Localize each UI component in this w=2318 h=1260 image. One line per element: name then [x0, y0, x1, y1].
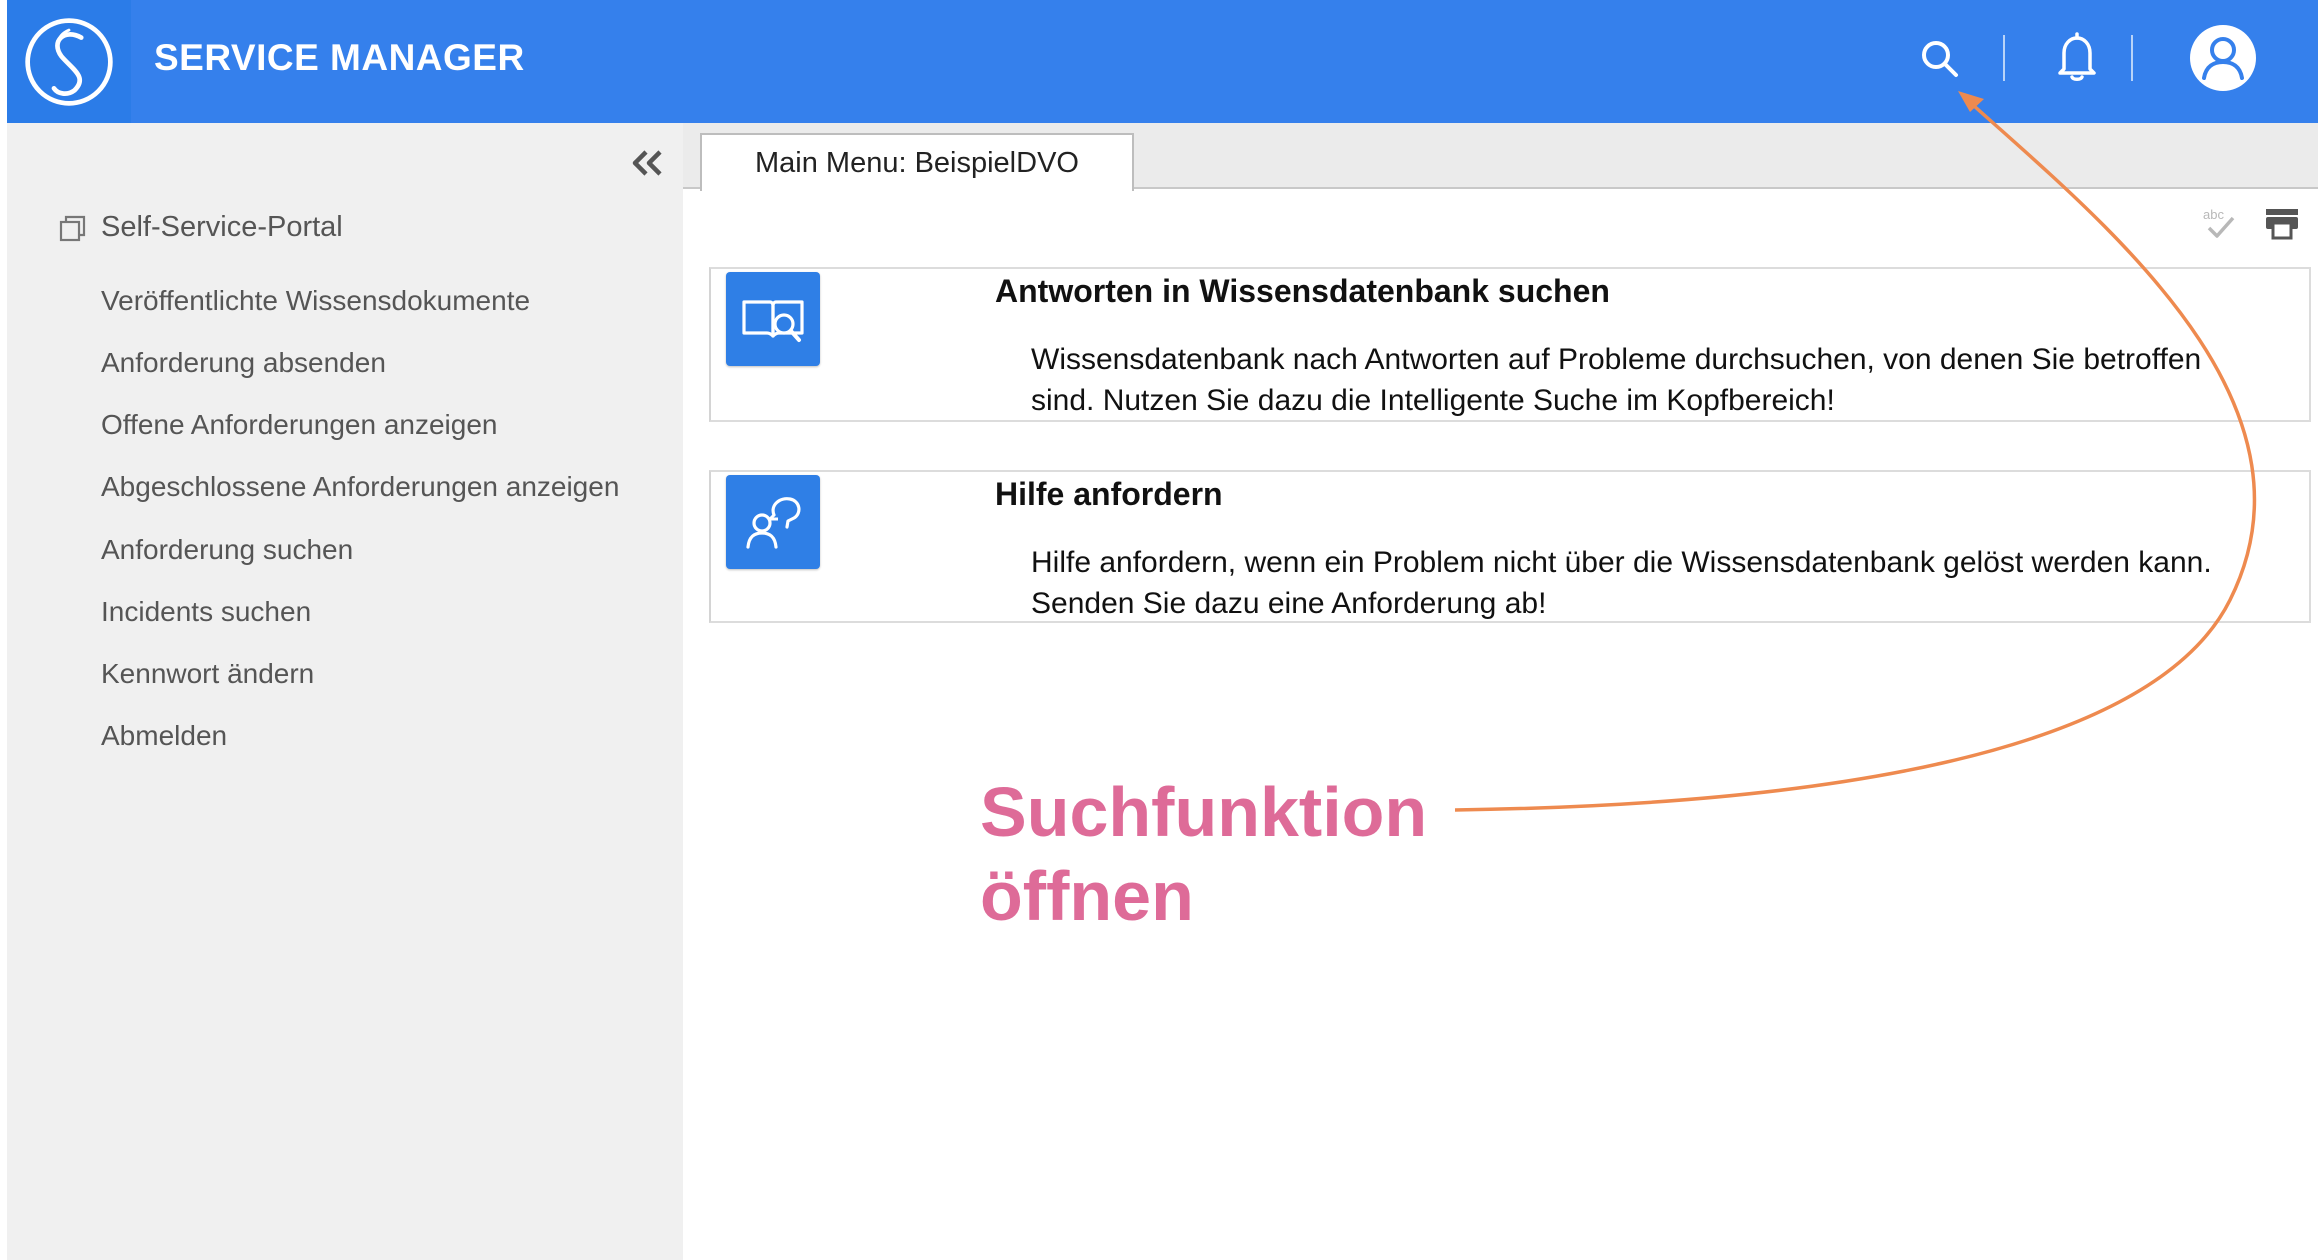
folder-stack-icon: [57, 212, 89, 244]
print-icon[interactable]: [2262, 203, 2302, 243]
app-title: SERVICE MANAGER: [154, 37, 525, 78]
annotation-label: Suchfunktion öffnen: [980, 770, 1427, 938]
card-description: Hilfe anfordern, wenn ein Problem nicht …: [1031, 546, 2212, 620]
svg-text:abc: abc: [2203, 207, 2224, 222]
bell-icon[interactable]: [2050, 30, 2104, 84]
search-icon[interactable]: [1915, 34, 1965, 84]
double-chevron-left-icon[interactable]: [624, 143, 670, 183]
knowledge-search-icon: [726, 272, 820, 366]
tab-bar: Main Menu: BeispielDVO: [683, 123, 2318, 191]
card-request-help[interactable]: Hilfe anfordern Hilfe anfordern, wenn ei…: [709, 470, 2311, 623]
card-description: Wissensdatenbank nach Antworten auf Prob…: [1031, 343, 2202, 417]
sidebar-item-search-incidents[interactable]: Incidents suchen: [101, 596, 311, 628]
sidebar-item-logout[interactable]: Abmelden: [101, 720, 227, 752]
sidebar-item-search-request[interactable]: Anforderung suchen: [101, 534, 353, 566]
card-title: Hilfe anfordern: [995, 476, 1223, 512]
sidebar-item-change-password[interactable]: Kennwort ändern: [101, 658, 314, 690]
sidebar-portal-header[interactable]: Self-Service-Portal: [57, 211, 343, 244]
sidebar-item-closed-requests[interactable]: Abgeschlossene Anforderungen anzeigen: [101, 471, 619, 503]
sidebar-portal-label: Self-Service-Portal: [101, 211, 343, 243]
tab-main-menu[interactable]: Main Menu: BeispielDVO: [700, 133, 1134, 191]
annotation-line-2: öffnen: [980, 857, 1194, 935]
header-separator: [2131, 35, 2133, 81]
spellcheck-icon[interactable]: abc: [2200, 203, 2240, 243]
sidebar-item-submit-request[interactable]: Anforderung absenden: [101, 347, 386, 379]
card-knowledge-search[interactable]: Antworten in Wissensdatenbank suchen Wis…: [709, 267, 2311, 422]
service-manager-logo[interactable]: [7, 0, 131, 123]
logo-icon: [25, 17, 113, 106]
sidebar-item-published-docs[interactable]: Veröffentlichte Wissensdokumente: [101, 285, 530, 317]
annotation-line-1: Suchfunktion: [980, 773, 1428, 851]
sidebar: Self-Service-Portal Veröffentlichte Wiss…: [7, 123, 683, 1260]
request-help-icon: [726, 475, 820, 569]
user-icon[interactable]: [2189, 24, 2257, 92]
header-separator: [2003, 35, 2005, 81]
card-title: Antworten in Wissensdatenbank suchen: [995, 273, 1610, 309]
sidebar-item-open-requests[interactable]: Offene Anforderungen anzeigen: [101, 409, 497, 441]
app-header: SERVICE MANAGER: [7, 0, 2318, 123]
